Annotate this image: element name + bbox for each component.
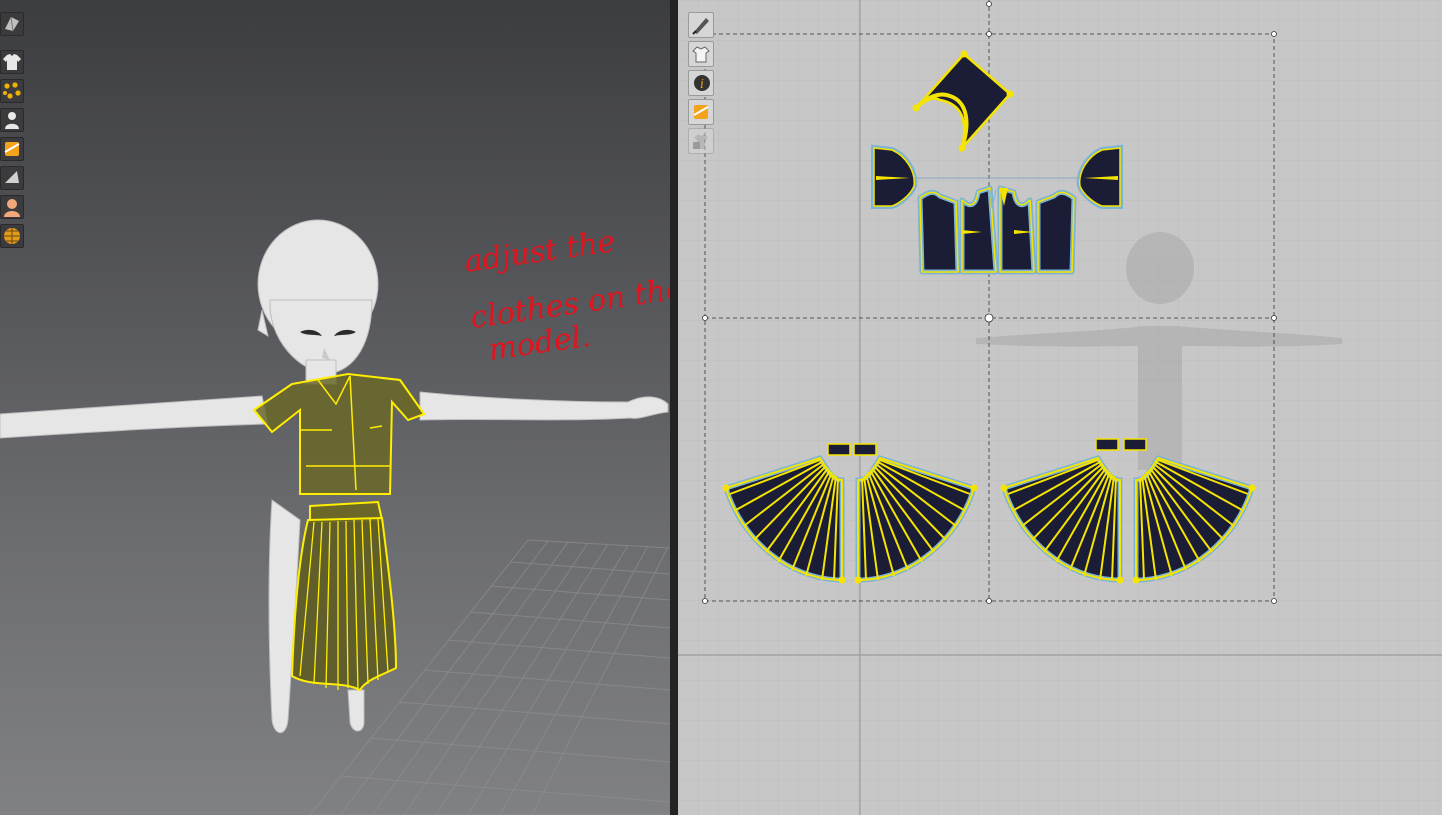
pattern-info-icon[interactable]: i xyxy=(688,70,714,96)
simulation-mode-icon[interactable] xyxy=(0,12,24,36)
annotation-line-1: adjust the xyxy=(462,224,617,280)
viewport-3d[interactable]: adjust the clothes on the model. xyxy=(0,0,670,815)
grid-background xyxy=(678,0,1442,815)
fabric-icon[interactable] xyxy=(0,137,24,161)
world-grid-icon[interactable] xyxy=(0,224,24,248)
svg-text:i: i xyxy=(700,77,704,91)
avatar-pose-icon[interactable] xyxy=(0,108,24,132)
fold-arrangement-icon[interactable] xyxy=(0,166,24,190)
avatar-display-icon[interactable] xyxy=(0,195,24,219)
show-garment-icon[interactable] xyxy=(688,41,714,67)
edit-pattern-icon[interactable] xyxy=(688,12,714,38)
handwritten-annotation: adjust the clothes on the model. xyxy=(462,224,670,368)
viewport-divider[interactable] xyxy=(670,0,678,815)
garment-select-icon[interactable] xyxy=(0,50,24,74)
locked-layer-icon[interactable] xyxy=(688,128,714,154)
fabric-texture-icon[interactable] xyxy=(688,99,714,125)
pattern-canvas[interactable] xyxy=(678,0,1442,815)
tack-points-icon[interactable] xyxy=(0,79,24,103)
pattern-view-2d[interactable]: i xyxy=(678,0,1442,815)
